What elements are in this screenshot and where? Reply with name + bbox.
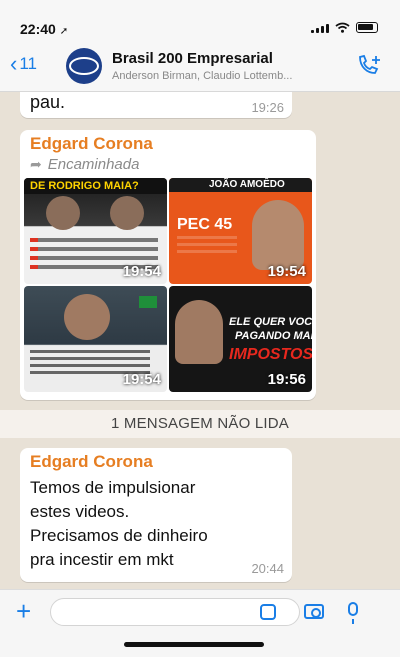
flag-icon <box>139 296 157 308</box>
sender-name: Edgard Corona <box>30 452 153 471</box>
message-text: Temos de impulsionar estes videos. Preci… <box>30 478 208 569</box>
message-time: 19:26 <box>251 100 284 115</box>
video-subtitle: PEC 45 <box>177 216 233 233</box>
signal-icon <box>311 23 329 33</box>
wifi-icon <box>335 22 350 33</box>
status-icons <box>311 22 378 33</box>
video-caption: JOÃO AMOÊDO <box>169 178 312 192</box>
forwarded-video-message[interactable]: Edgard Corona ➦ Encaminhada DE RODRIGO M… <box>20 130 316 400</box>
attach-plus-icon[interactable]: + <box>16 598 31 624</box>
group-title[interactable]: Brasil 200 Empresarial <box>112 50 273 67</box>
video-caption-line: IMPOSTOS! <box>229 346 312 363</box>
sender-name: Edgard Corona <box>30 134 153 153</box>
back-button[interactable]: ‹ 11 <box>10 51 37 76</box>
chevron-left-icon: ‹ <box>10 51 18 76</box>
video-caption-line: ELE QUER VOCÊ <box>229 316 312 328</box>
camera-icon[interactable] <box>304 604 324 619</box>
video-caption-line: PAGANDO MAIS <box>235 330 312 342</box>
message-time: 20:44 <box>251 561 284 576</box>
video-time: 19:54 <box>267 263 306 280</box>
video-thumbnail[interactable]: 19:54 <box>24 286 167 392</box>
video-time: 19:54 <box>122 263 161 280</box>
video-grid: DE RODRIGO MAIA? 19:54 JOÃO AMOÊDO PEC 4… <box>24 178 312 394</box>
whatsapp-screen: 22:40 ➚ ‹ 11 Brasil 200 Empresarial Ande… <box>0 0 400 657</box>
status-bar: 22:40 ➚ <box>0 0 400 40</box>
person-image <box>110 196 144 230</box>
video-caption: DE RODRIGO MAIA? <box>24 178 167 194</box>
status-time: 22:40 ➚ <box>20 21 69 37</box>
person-image <box>252 200 304 270</box>
person-image <box>64 294 110 340</box>
group-logo <box>69 57 99 75</box>
person-image <box>46 196 80 230</box>
unread-divider: 1 MENSAGEM NÃO LIDA <box>0 410 400 438</box>
input-bar: + <box>0 589 400 657</box>
group-participants[interactable]: Anderson Birman, Claudio Lottemb... <box>112 70 342 82</box>
battery-icon <box>356 22 378 33</box>
forward-arrow-icon: ➦ <box>30 156 42 172</box>
person-image <box>175 300 223 364</box>
video-time: 19:54 <box>122 371 161 388</box>
video-thumbnail[interactable]: ELE QUER VOCÊ PAGANDO MAIS IMPOSTOS! 19:… <box>169 286 312 392</box>
home-indicator <box>124 642 264 647</box>
video-thumbnail[interactable]: DE RODRIGO MAIA? 19:54 <box>24 178 167 284</box>
video-time: 19:56 <box>267 371 306 388</box>
message-bubble[interactable]: Edgard Corona Temos de impulsionar estes… <box>20 448 292 582</box>
message-bubble[interactable]: pau. 19:26 <box>20 92 292 118</box>
sticker-icon[interactable] <box>260 604 276 620</box>
location-icon: ➚ <box>59 26 69 37</box>
chat-header: ‹ 11 Brasil 200 Empresarial Anderson Bir… <box>0 40 400 92</box>
forwarded-label: ➦ Encaminhada <box>30 156 140 173</box>
microphone-icon[interactable] <box>348 602 358 624</box>
video-thumbnail[interactable]: JOÃO AMOÊDO PEC 45 19:54 <box>169 178 312 284</box>
message-text: pau. <box>30 92 66 112</box>
text-graphic <box>177 236 237 257</box>
chat-area[interactable]: pau. 19:26 Edgard Corona ➦ Encaminhada D… <box>0 92 400 589</box>
add-call-icon[interactable] <box>356 54 382 76</box>
group-avatar[interactable] <box>66 48 102 84</box>
back-unread-count: 11 <box>19 54 37 73</box>
